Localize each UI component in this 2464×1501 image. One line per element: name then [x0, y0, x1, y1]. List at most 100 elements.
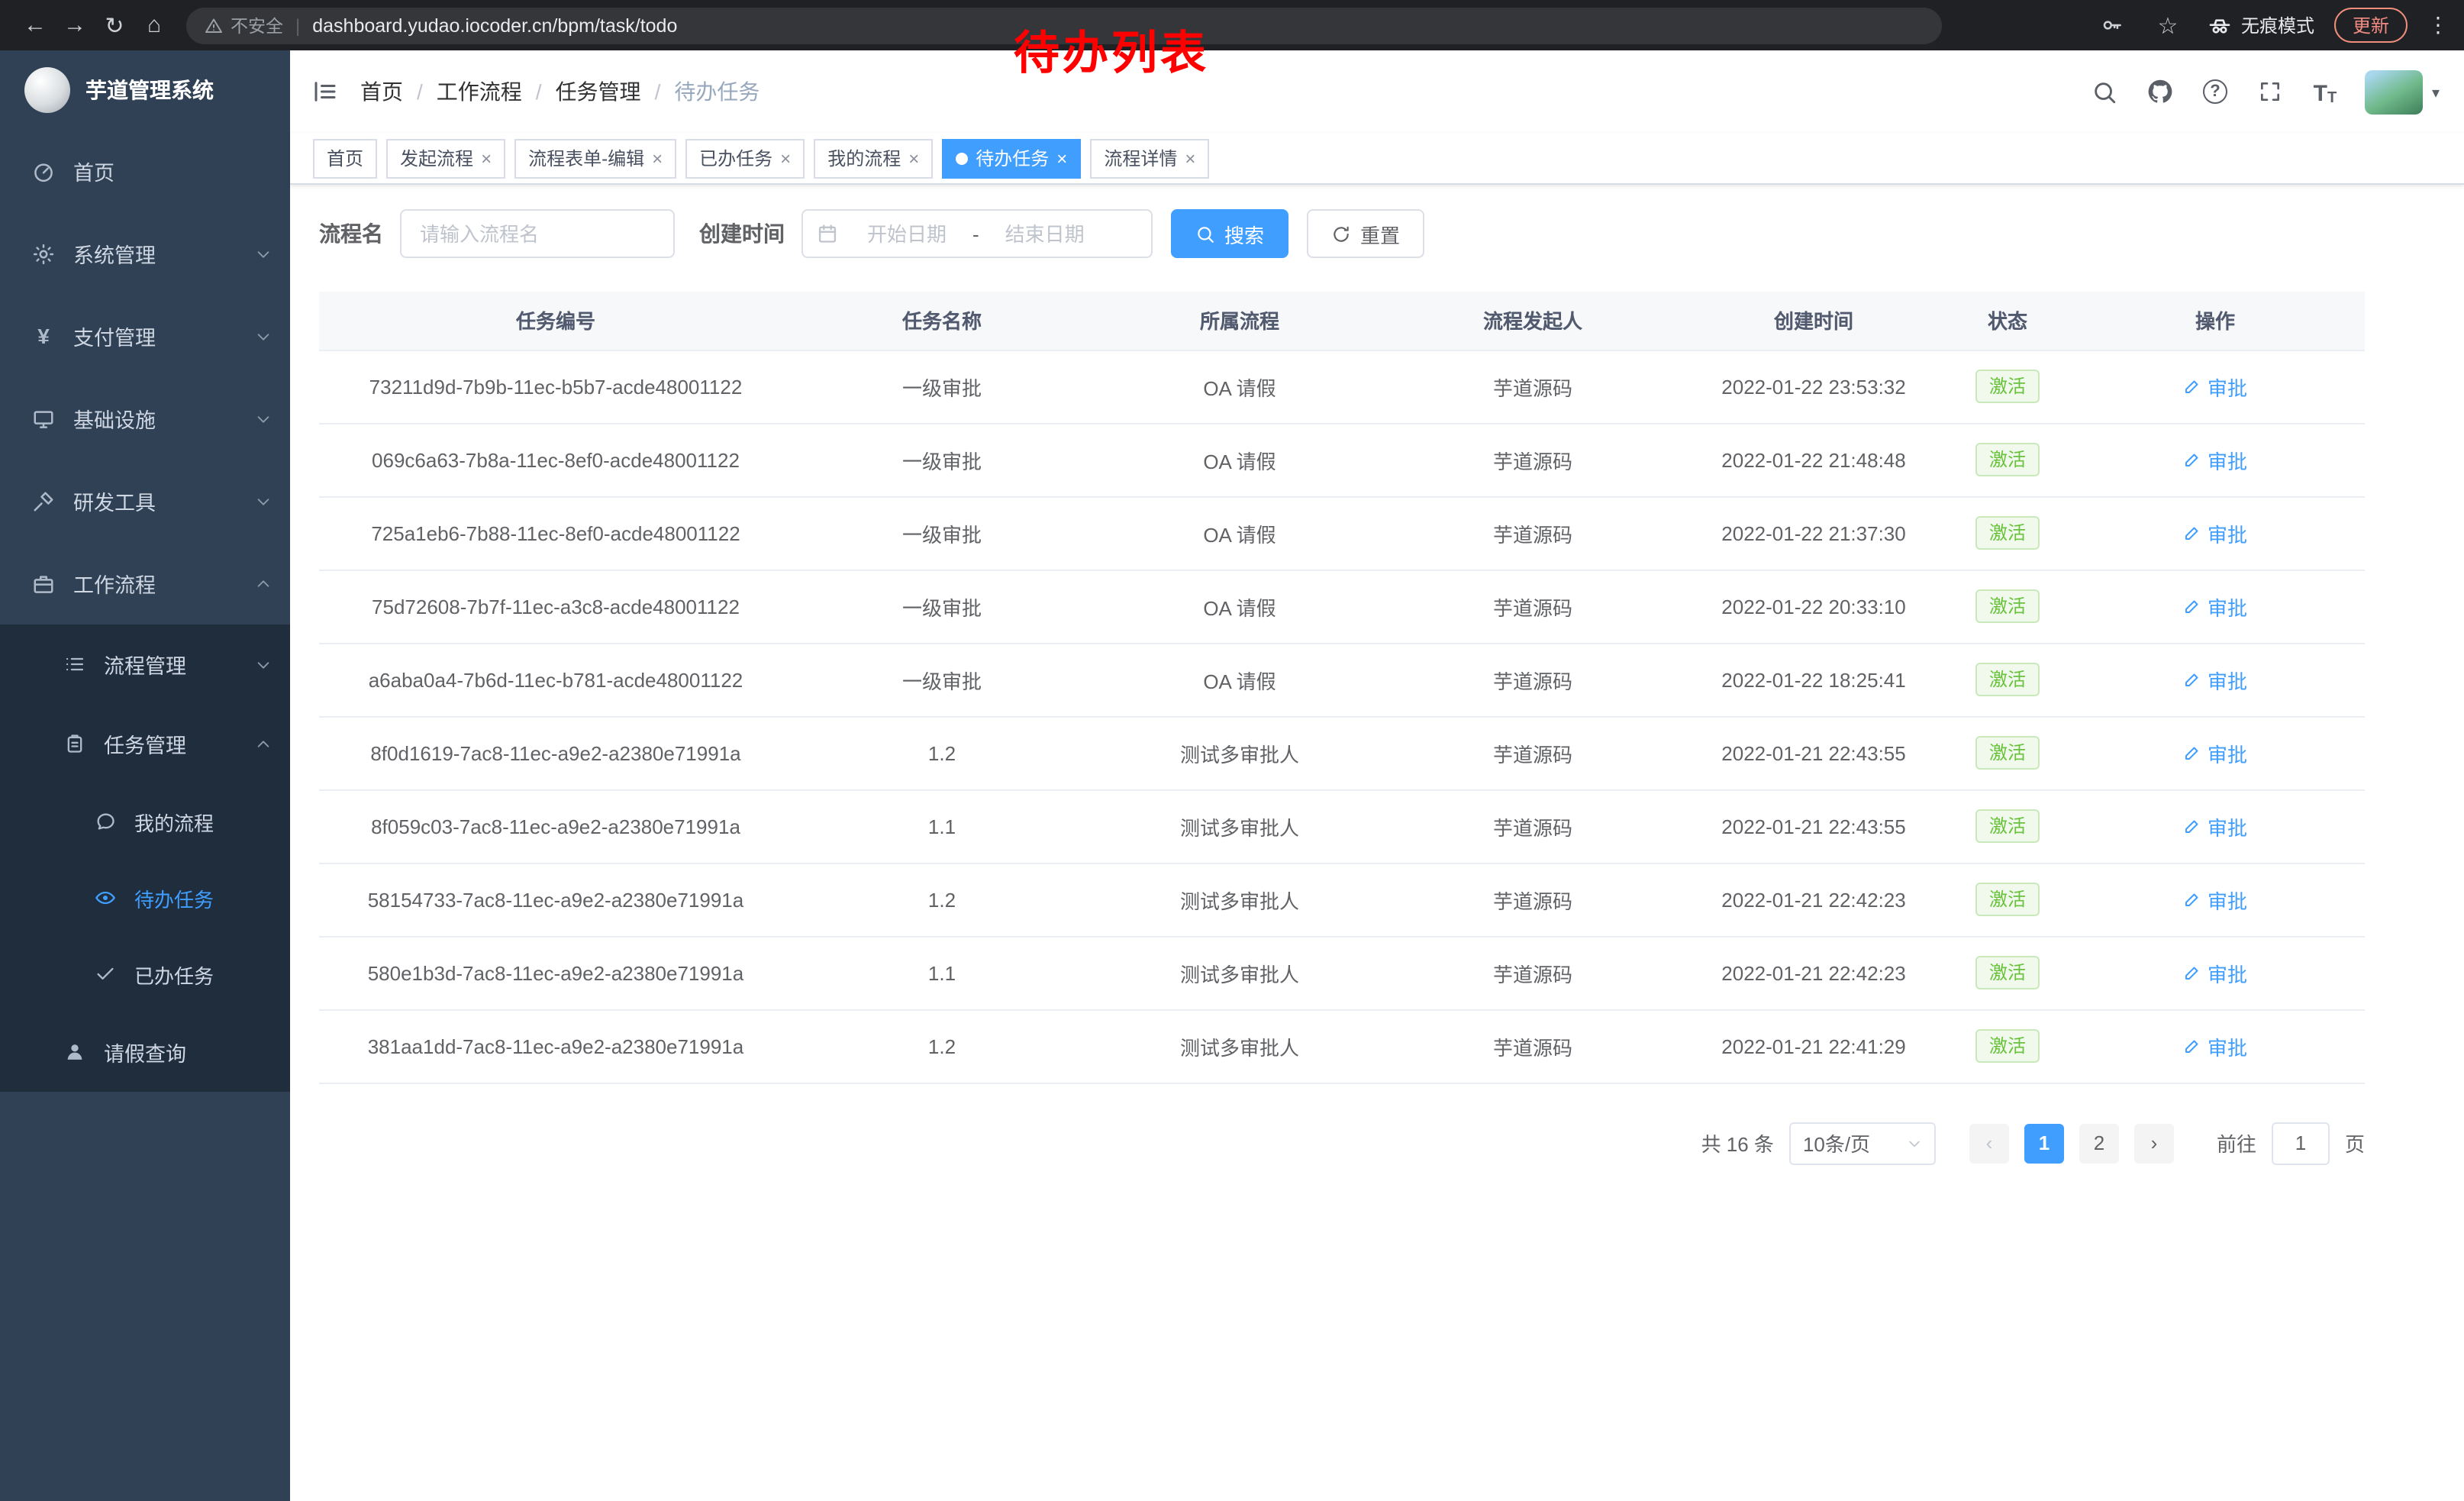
approve-link[interactable]: 审批 — [2183, 372, 2247, 401]
sidebar-item-workflow[interactable]: 工作流程 — [0, 542, 290, 625]
close-icon[interactable]: × — [481, 147, 492, 169]
table-header-row: 任务编号 任务名称 所属流程 流程发起人 创建时间 状态 操作 — [319, 292, 2365, 350]
edit-icon — [2183, 890, 2201, 909]
browser-actions: ☆ 无痕模式 更新 ⋮ — [2098, 7, 2449, 44]
pagination-total: 共 16 条 — [1701, 1128, 1774, 1157]
calendar-icon — [817, 223, 838, 244]
goto-page-input[interactable] — [2272, 1122, 2330, 1164]
end-date-input[interactable] — [982, 222, 1108, 245]
status-badge: 激活 — [1975, 956, 2040, 989]
search-icon[interactable] — [2090, 76, 2121, 107]
approve-link[interactable]: 审批 — [2183, 738, 2247, 767]
edit-icon — [2183, 1037, 2201, 1055]
edit-icon — [2183, 817, 2201, 835]
font-size-icon[interactable]: TT — [2310, 76, 2340, 107]
clipboard-icon — [61, 731, 87, 756]
tab-start-process[interactable]: 发起流程× — [386, 138, 505, 178]
sidebar-item-my-process[interactable]: 我的流程 — [0, 783, 290, 860]
sidebar-item-home[interactable]: 首页 — [0, 130, 290, 212]
page-size-select[interactable]: 10条/页 — [1789, 1122, 1936, 1164]
sidebar-item-done-tasks[interactable]: 已办任务 — [0, 936, 290, 1012]
app-logo[interactable]: 芋道管理系统 — [0, 50, 290, 130]
approve-link[interactable]: 审批 — [2183, 812, 2247, 841]
table-row: 73211d9d-7b9b-11ec-b5b7-acde48001122一级审批… — [319, 350, 2365, 423]
approve-link[interactable]: 审批 — [2183, 592, 2247, 621]
approve-link[interactable]: 审批 — [2183, 665, 2247, 694]
close-icon[interactable]: × — [1185, 147, 1195, 169]
chevron-down-icon — [255, 245, 272, 262]
col-process: 所属流程 — [1092, 292, 1388, 350]
user-avatar[interactable] — [2365, 69, 2423, 114]
chevron-down-icon — [255, 656, 272, 673]
sidebar-item-todo-tasks[interactable]: 待办任务 — [0, 860, 290, 936]
collapse-sidebar-icon[interactable] — [311, 78, 339, 105]
table-row: 381aa1dd-7ac8-11ec-a9e2-a2380e71991a1.2测… — [319, 1009, 2365, 1083]
navbar-actions: ? TT ▾ — [2090, 69, 2440, 114]
page-button-1[interactable]: 1 — [2024, 1123, 2064, 1163]
page-button-2[interactable]: 2 — [2079, 1123, 2119, 1163]
github-icon[interactable] — [2145, 76, 2175, 107]
approve-link[interactable]: 审批 — [2183, 445, 2247, 474]
todo-task-table: 任务编号 任务名称 所属流程 流程发起人 创建时间 状态 操作 73211d9d… — [319, 292, 2365, 1083]
sidebar-item-devtools[interactable]: 研发工具 — [0, 460, 290, 542]
tab-home[interactable]: 首页 — [313, 138, 377, 178]
help-icon[interactable]: ? — [2200, 76, 2230, 107]
breadcrumb-home[interactable]: 首页 — [360, 76, 403, 107]
sidebar-item-infrastructure[interactable]: 基础设施 — [0, 377, 290, 460]
browser-forward-button[interactable]: → — [55, 7, 95, 44]
bookmark-star-icon[interactable]: ☆ — [2148, 7, 2188, 44]
search-button[interactable]: 搜索 — [1171, 209, 1288, 258]
close-icon[interactable]: × — [780, 147, 791, 169]
tab-todo-tasks[interactable]: 待办任务× — [942, 138, 1081, 178]
approve-link[interactable]: 审批 — [2183, 958, 2247, 987]
table-row: 8f059c03-7ac8-11ec-a9e2-a2380e71991a1.1测… — [319, 789, 2365, 863]
sidebar-item-process-mgmt[interactable]: 流程管理 — [0, 625, 290, 704]
prev-page-button[interactable]: ‹ — [1969, 1123, 2009, 1163]
approve-link[interactable]: 审批 — [2183, 1031, 2247, 1060]
date-range-picker[interactable]: - — [801, 209, 1153, 258]
close-icon[interactable]: × — [1056, 147, 1067, 169]
password-key-icon[interactable] — [2098, 10, 2128, 40]
approve-link[interactable]: 审批 — [2183, 518, 2247, 547]
reset-button[interactable]: 重置 — [1307, 209, 1424, 258]
tab-done-tasks[interactable]: 已办任务× — [685, 138, 805, 178]
eye-icon — [92, 886, 118, 910]
close-icon[interactable]: × — [908, 147, 919, 169]
sidebar-item-payment[interactable]: ¥ 支付管理 — [0, 295, 290, 377]
security-status[interactable]: 不安全 — [205, 13, 283, 37]
sidebar-item-task-mgmt[interactable]: 任务管理 — [0, 704, 290, 783]
edit-icon — [2183, 377, 2201, 395]
approve-link[interactable]: 审批 — [2183, 885, 2247, 914]
sidebar-item-system[interactable]: 系统管理 — [0, 212, 290, 295]
tab-form-edit[interactable]: 流程表单-编辑× — [514, 138, 676, 178]
chevron-up-icon — [255, 735, 272, 752]
fullscreen-icon[interactable] — [2255, 76, 2285, 107]
browser-reload-button[interactable]: ↻ — [95, 7, 134, 44]
table-row: 58154733-7ac8-11ec-a9e2-a2380e71991a1.2测… — [319, 863, 2365, 936]
close-icon[interactable]: × — [652, 147, 663, 169]
goto-label: 前往 — [2217, 1128, 2256, 1157]
security-label: 不安全 — [231, 13, 283, 37]
table-row: 75d72608-7b7f-11ec-a3c8-acde48001122一级审批… — [319, 570, 2365, 643]
next-page-button[interactable]: › — [2134, 1123, 2174, 1163]
process-name-input[interactable] — [400, 209, 675, 258]
breadcrumb-workflow[interactable]: 工作流程 — [437, 76, 522, 107]
breadcrumb-task-mgmt[interactable]: 任务管理 — [556, 76, 641, 107]
browser-back-button[interactable]: ← — [15, 7, 55, 44]
url-text: dashboard.yudao.iocoder.cn/bpm/task/todo — [312, 15, 677, 36]
tab-process-detail[interactable]: 流程详情× — [1090, 138, 1209, 178]
browser-menu-button[interactable]: ⋮ — [2427, 12, 2449, 38]
browser-update-button[interactable]: 更新 — [2334, 8, 2408, 43]
monitor-icon — [31, 406, 56, 431]
pagination: 共 16 条 10条/页 ‹ 1 2 › 前往 页 — [319, 1122, 2365, 1164]
page-content: 流程名 创建时间 - 搜索 重置 — [290, 185, 2464, 1164]
browser-home-button[interactable]: ⌂ — [134, 7, 174, 44]
edit-icon — [2183, 744, 2201, 762]
avatar-caret-icon[interactable]: ▾ — [2432, 85, 2440, 102]
tab-my-process[interactable]: 我的流程× — [814, 138, 933, 178]
start-date-input[interactable] — [844, 222, 969, 245]
status-badge: 激活 — [1975, 370, 2040, 403]
sidebar-item-leave-query[interactable]: 请假查询 — [0, 1012, 290, 1092]
briefcase-icon — [31, 571, 56, 596]
incognito-badge: 无痕模式 — [2208, 12, 2314, 38]
